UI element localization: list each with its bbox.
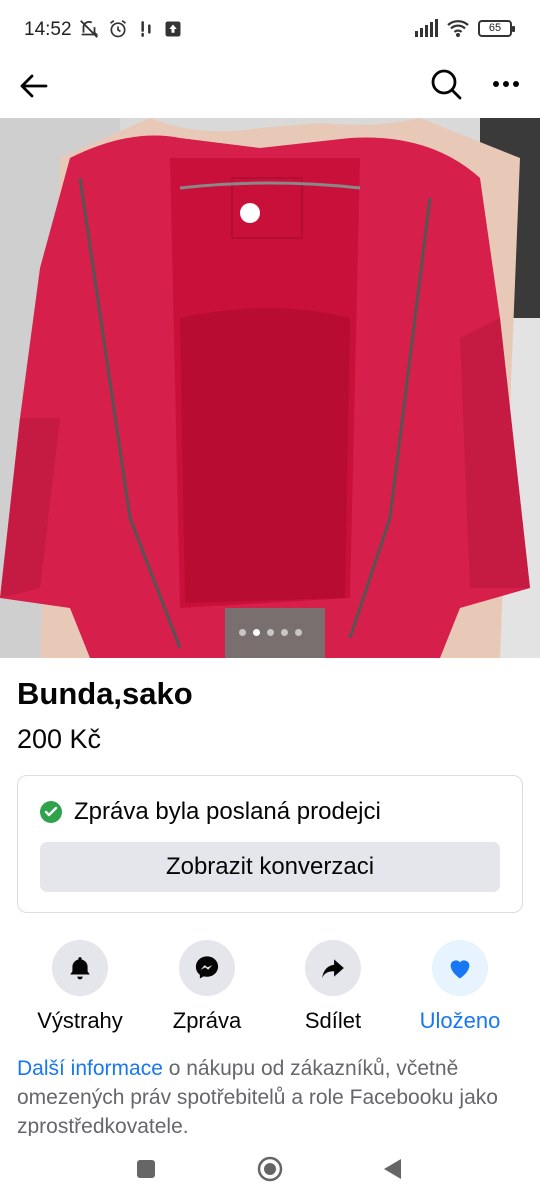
message-button[interactable]: Zpráva	[144, 940, 270, 1034]
alerts-button[interactable]: Výstrahy	[17, 940, 143, 1034]
carousel-dot[interactable]	[280, 629, 288, 636]
bell-icon	[52, 940, 108, 996]
message-label: Zpráva	[172, 1008, 242, 1033]
status-time: 14:52	[24, 19, 72, 40]
upload-icon	[165, 21, 181, 37]
recents-icon[interactable]	[131, 1154, 161, 1184]
carousel-dot[interactable]	[294, 629, 302, 636]
mute-icon	[80, 20, 99, 38]
carousel-dot[interactable]	[266, 629, 274, 636]
jacket-image	[0, 118, 540, 658]
share-label: Sdílet	[304, 1008, 362, 1033]
saved-button[interactable]: Uloženo	[397, 940, 523, 1034]
carousel-dot[interactable]	[238, 629, 246, 636]
message-card: Zpráva byla poslaná prodejci Zobrazit ko…	[17, 775, 523, 913]
messenger-icon	[179, 940, 235, 996]
alerts-label: Výstrahy	[37, 1008, 123, 1033]
view-conversation-button[interactable]: Zobrazit konverzaci	[40, 842, 500, 892]
purchase-info: Další informace o nákupu od zákazníků, v…	[17, 1054, 523, 1136]
back-arrow-icon[interactable]	[16, 68, 52, 104]
top-navigation	[0, 60, 540, 118]
check-circle-icon	[40, 801, 62, 823]
share-button[interactable]: Sdílet	[270, 940, 396, 1034]
status-bar: 14:52 65	[0, 0, 540, 60]
listing-title: Bunda,sako	[17, 676, 193, 711]
message-status: Zpráva byla poslaná prodejci	[40, 798, 381, 826]
message-status-text: Zpráva byla poslaná prodejci	[74, 798, 381, 825]
system-navigation-bar	[0, 1140, 540, 1200]
listing-price: 200 Kč	[17, 724, 102, 754]
product-photo[interactable]	[0, 118, 540, 658]
more-icon[interactable]	[488, 66, 524, 102]
action-row: Výstrahy Zpráva Sdílet Uloženo	[0, 940, 540, 1040]
back-nav-icon[interactable]	[377, 1154, 407, 1184]
signal-icon	[415, 19, 438, 37]
battery-icon: 65	[478, 19, 515, 37]
share-icon	[305, 940, 361, 996]
carousel-dot[interactable]	[252, 629, 260, 636]
search-icon[interactable]	[428, 66, 464, 102]
heart-icon	[432, 940, 488, 996]
wifi-icon	[447, 20, 469, 37]
notification-icon	[141, 21, 151, 37]
alarm-icon	[110, 20, 126, 38]
saved-label: Uloženo	[419, 1008, 501, 1033]
home-icon[interactable]	[255, 1154, 285, 1184]
carousel-dots	[0, 629, 540, 636]
more-info-link[interactable]: Další informace	[17, 1057, 163, 1080]
